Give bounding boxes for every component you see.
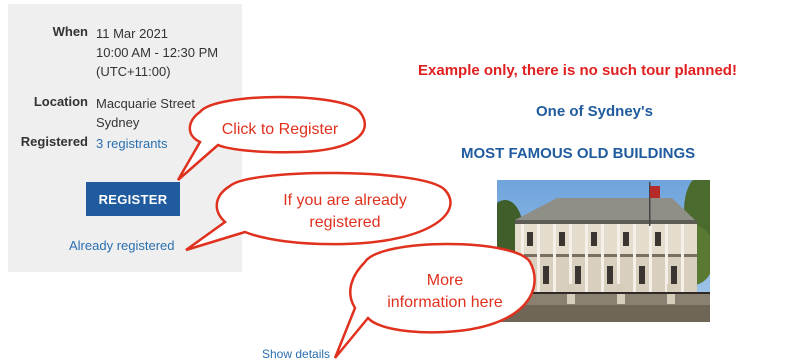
callout-more-line1: More xyxy=(426,272,464,289)
callout-already-line2: registered xyxy=(309,214,381,231)
callout-click-to-register: Click to Register xyxy=(221,121,339,138)
callout-already-line1: If you are already xyxy=(283,192,407,209)
callout-more-information: More information here xyxy=(375,270,515,314)
callout-already-registered: If you are already registered xyxy=(255,190,435,234)
callout-more-line2: information here xyxy=(387,294,503,311)
